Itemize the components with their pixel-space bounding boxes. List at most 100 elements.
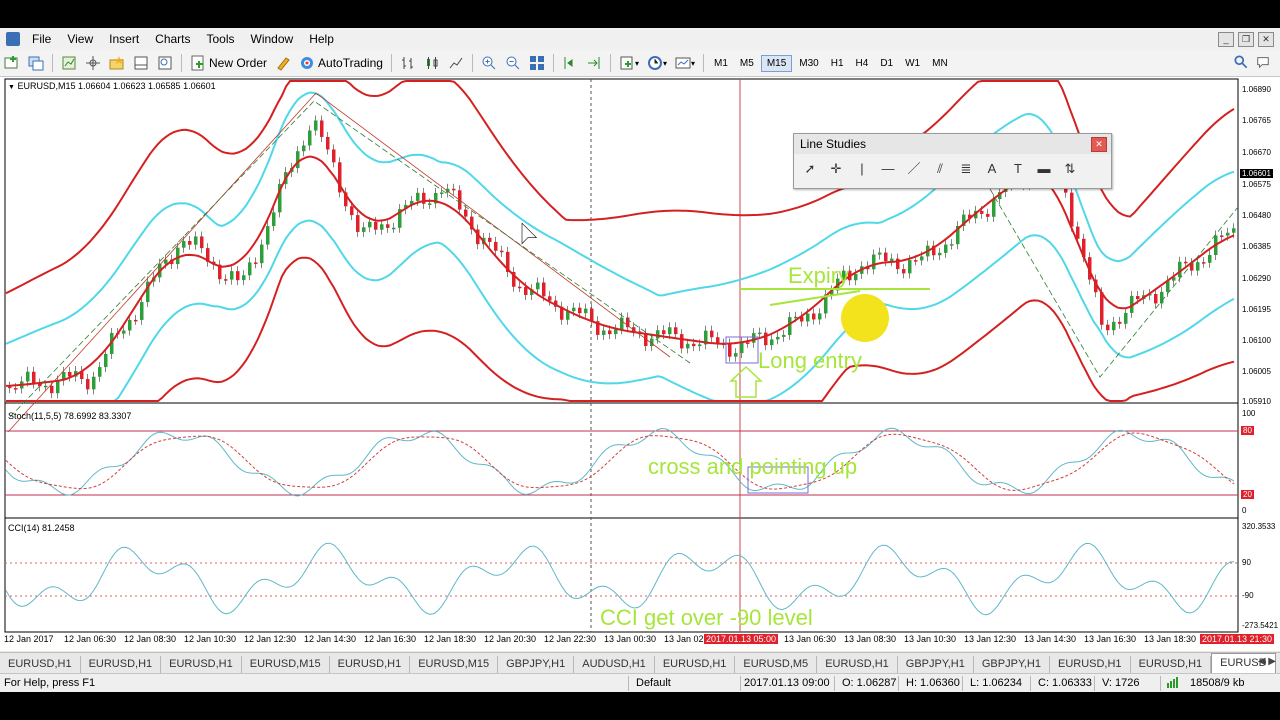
line-studies-toolbar[interactable]: Line Studies ✕ ➚ ✛ | — ／ ⫽ ≣ A T ▬ ⇅ [793, 133, 1112, 189]
indicators-button[interactable]: ▾ [616, 52, 642, 74]
timeframe-mn[interactable]: MN [927, 56, 953, 71]
candle [992, 199, 996, 217]
price-tick: 1.06670 [1242, 148, 1271, 157]
timeframe-m15[interactable]: M15 [760, 54, 793, 72]
chart-tab[interactable]: EURUSD,H1 [0, 656, 81, 673]
line-chart-button[interactable] [445, 52, 467, 74]
expert-button[interactable] [272, 52, 294, 74]
minimize-button[interactable]: _ [1218, 32, 1234, 47]
entry-arrow-icon[interactable] [729, 365, 763, 398]
bar-chart-button[interactable] [397, 52, 419, 74]
candle [914, 260, 918, 262]
candlestick-button[interactable] [421, 52, 443, 74]
menu-tools[interactable]: Tools [199, 28, 243, 50]
chart-tab[interactable]: EURUSD,H1 [655, 656, 736, 673]
chart-tab[interactable]: EURUSD,H1 [1050, 656, 1131, 673]
chart-tab[interactable]: EURUSD,H1 [161, 656, 242, 673]
timeframe-h4[interactable]: H4 [851, 56, 874, 71]
text-label-tool-icon[interactable]: T [1010, 161, 1026, 177]
candle [1184, 261, 1188, 264]
candle [602, 330, 606, 335]
autotrading-button[interactable]: AutoTrading [296, 52, 386, 74]
market-watch-button[interactable] [58, 52, 80, 74]
close-button[interactable]: ✕ [1258, 32, 1274, 47]
market-watch-icon [62, 56, 76, 70]
price-tick: 1.06385 [1242, 242, 1271, 251]
timeframe-m30[interactable]: M30 [794, 56, 823, 71]
candle [902, 269, 906, 274]
timeframe-w1[interactable]: W1 [900, 56, 925, 71]
cci-tick: 90 [1242, 558, 1251, 567]
chat-icon[interactable] [1256, 55, 1270, 72]
chart-tab[interactable]: EURUSD,M15 [242, 656, 330, 673]
chart-tab[interactable]: GBPJPY,H1 [974, 656, 1050, 673]
candle [56, 380, 60, 394]
menu-insert[interactable]: Insert [101, 28, 147, 50]
chart-tab[interactable]: EURUSD,H1 [330, 656, 411, 673]
candle [50, 385, 54, 394]
chart-tab[interactable]: GBPJPY,H1 [898, 656, 974, 673]
trend-line-red[interactable] [7, 92, 671, 433]
tester-button[interactable] [154, 52, 176, 74]
timeframe-m5[interactable]: M5 [735, 56, 759, 71]
tile-windows-button[interactable] [526, 52, 548, 74]
terminal-button[interactable] [130, 52, 152, 74]
trendline-tool-icon[interactable]: ／ [906, 161, 922, 177]
candle [104, 353, 108, 368]
label-tool-icon[interactable]: ▬ [1036, 161, 1052, 177]
fibonacci-tool-icon[interactable]: ≣ [958, 161, 974, 177]
candle [386, 224, 390, 228]
zoom-in-button[interactable] [478, 52, 500, 74]
candle [584, 308, 588, 314]
chart-tab[interactable]: EURUSD,H1 [1131, 656, 1212, 673]
chart-tab[interactable]: EURUSD,H1 [81, 656, 162, 673]
menu-charts[interactable]: Charts [147, 28, 198, 50]
menu-window[interactable]: Window [243, 28, 302, 50]
candle [686, 343, 690, 349]
chart-tab[interactable]: AUDUSD,H1 [574, 656, 655, 673]
navigator-button[interactable] [82, 52, 104, 74]
crosshair-tool-icon[interactable]: ✛ [828, 161, 844, 177]
candle [494, 241, 498, 251]
equidistant-channel-icon[interactable]: ⫽ [932, 161, 948, 177]
chart-dropdown-icon[interactable]: ▼ [8, 84, 15, 91]
restore-button[interactable]: ❐ [1238, 32, 1254, 47]
templates-button[interactable]: ▾ [672, 52, 698, 74]
search-icon[interactable] [1234, 55, 1248, 72]
chart-tab[interactable]: EURUSD,M15 [410, 656, 499, 673]
profiles-button[interactable] [25, 52, 47, 74]
chart-tab[interactable]: EURUSD,H1 [817, 656, 898, 673]
chart-window[interactable]: ▼ EURUSD,M15 1.06604 1.06623 1.06585 1.0… [0, 77, 1280, 651]
periods-button[interactable]: ▾ [644, 52, 670, 74]
line-studies-title[interactable]: Line Studies [794, 134, 1111, 154]
new-chart-button[interactable] [1, 52, 23, 74]
candle [536, 282, 540, 290]
arrows-tool-icon[interactable]: ⇅ [1062, 161, 1078, 177]
line-studies-close-button[interactable]: ✕ [1091, 137, 1107, 152]
cursor-tool-icon[interactable]: ➚ [802, 161, 818, 177]
menu-file[interactable]: File [24, 28, 59, 50]
autoscroll-button[interactable] [583, 52, 605, 74]
status-datetime: 2017.01.13 09:00 [744, 677, 830, 689]
menu-help[interactable]: Help [301, 28, 342, 50]
menu-view[interactable]: View [59, 28, 101, 50]
chart-tab[interactable]: EURUSD,M5 [735, 656, 818, 673]
chart-shift-button[interactable] [559, 52, 581, 74]
timeframe-h1[interactable]: H1 [826, 56, 849, 71]
horizontal-line-tool-icon[interactable]: — [880, 161, 896, 177]
cci-tick: -273.5421 [1242, 621, 1279, 630]
zoom-out-button[interactable] [502, 52, 524, 74]
candle [986, 213, 990, 217]
tab-scroll-arrows-icon[interactable]: ◀ ▶ [1258, 656, 1276, 667]
timeframe-m1[interactable]: M1 [709, 56, 733, 71]
new-order-button[interactable]: New Order [187, 52, 270, 74]
chart-tab[interactable]: GBPJPY,H1 [498, 656, 575, 673]
text-tool-icon[interactable]: A [984, 161, 1000, 177]
timeframe-d1[interactable]: D1 [875, 56, 898, 71]
new-chart-icon [4, 56, 18, 69]
data-window-button[interactable] [106, 52, 128, 74]
candle [380, 224, 384, 230]
candle [662, 330, 666, 335]
candle [656, 330, 660, 339]
vertical-line-tool-icon[interactable]: | [854, 161, 870, 177]
